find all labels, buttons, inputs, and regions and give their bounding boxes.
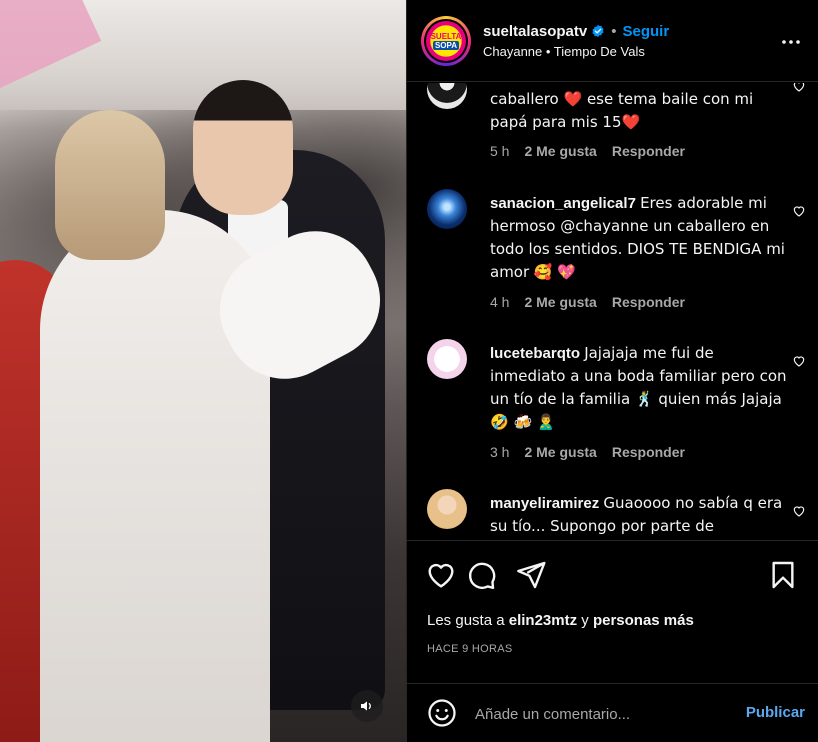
post-timestamp[interactable]: HACE 9 HORAS — [427, 643, 513, 655]
comment-input[interactable] — [475, 702, 715, 726]
comment-likes[interactable]: 2 Me gusta — [524, 444, 596, 460]
comment-avatar[interactable] — [427, 189, 467, 229]
likes-summary: Les gusta a elin23mtz y personas más — [427, 612, 694, 629]
reply-button[interactable]: Responder — [612, 444, 685, 460]
comment-composer: Publicar — [407, 683, 818, 742]
comment-time[interactable]: 3 h — [490, 444, 509, 460]
speaker-icon — [361, 701, 371, 711]
separator-dot: • — [611, 22, 617, 40]
paper-plane-icon[interactable] — [515, 559, 547, 591]
reply-button[interactable]: Responder — [612, 143, 685, 159]
liked-by-user[interactable]: elin23mtz — [509, 612, 577, 629]
comment-time[interactable]: 5 h — [490, 143, 509, 159]
comment-likes[interactable]: 2 Me gusta — [524, 294, 596, 310]
post-side-panel: SUELTA SOPA sueltalasopatv • Seguir Chay… — [406, 0, 818, 742]
brand-logo: SUELTA SOPA — [426, 20, 466, 61]
sound-toggle-button[interactable] — [351, 690, 383, 722]
smiley-icon[interactable] — [427, 698, 457, 728]
comment-avatar[interactable] — [427, 339, 467, 379]
follow-button[interactable]: Seguir — [622, 22, 669, 41]
comment-username[interactable]: manyeliramirez — [490, 495, 599, 512]
heart-icon[interactable] — [792, 504, 806, 518]
comments-list[interactable]: caballero ❤️ ese tema baile con mi papá … — [407, 83, 818, 539]
heart-icon[interactable] — [425, 559, 457, 591]
reply-button[interactable]: Responder — [612, 294, 685, 310]
comment-username[interactable]: lucetebarqto — [490, 345, 580, 362]
avatar[interactable]: SUELTA SOPA — [421, 15, 471, 66]
comment-icon[interactable] — [465, 559, 497, 591]
other-likes-link[interactable]: personas más — [593, 612, 694, 629]
more-horizontal-icon[interactable] — [779, 30, 803, 54]
bookmark-icon[interactable] — [767, 559, 799, 591]
comment-username[interactable]: sanacion_angelical7 — [490, 195, 636, 212]
post-actions: Les gusta a elin23mtz y personas más HAC… — [407, 540, 818, 742]
heart-icon[interactable] — [792, 83, 806, 93]
comment-avatar[interactable] — [427, 489, 467, 529]
post-username[interactable]: sueltalasopatv — [483, 22, 587, 41]
post-modal: SUELTA SOPA sueltalasopatv • Seguir Chay… — [0, 0, 818, 742]
heart-icon[interactable] — [792, 204, 806, 218]
comment-text: caballero ❤️ ese tema baile con mi papá … — [490, 90, 754, 131]
heart-icon[interactable] — [792, 354, 806, 368]
post-header: SUELTA SOPA sueltalasopatv • Seguir Chay… — [407, 0, 818, 82]
post-audio-subtitle[interactable]: Chayanne • Tiempo De Vals — [483, 44, 669, 60]
post-video[interactable] — [0, 0, 406, 742]
comment-avatar[interactable] — [427, 83, 467, 109]
comment-time[interactable]: 4 h — [490, 294, 509, 310]
comment-likes[interactable]: 2 Me gusta — [524, 143, 596, 159]
publish-button[interactable]: Publicar — [746, 704, 805, 721]
verified-badge-icon — [592, 24, 604, 38]
